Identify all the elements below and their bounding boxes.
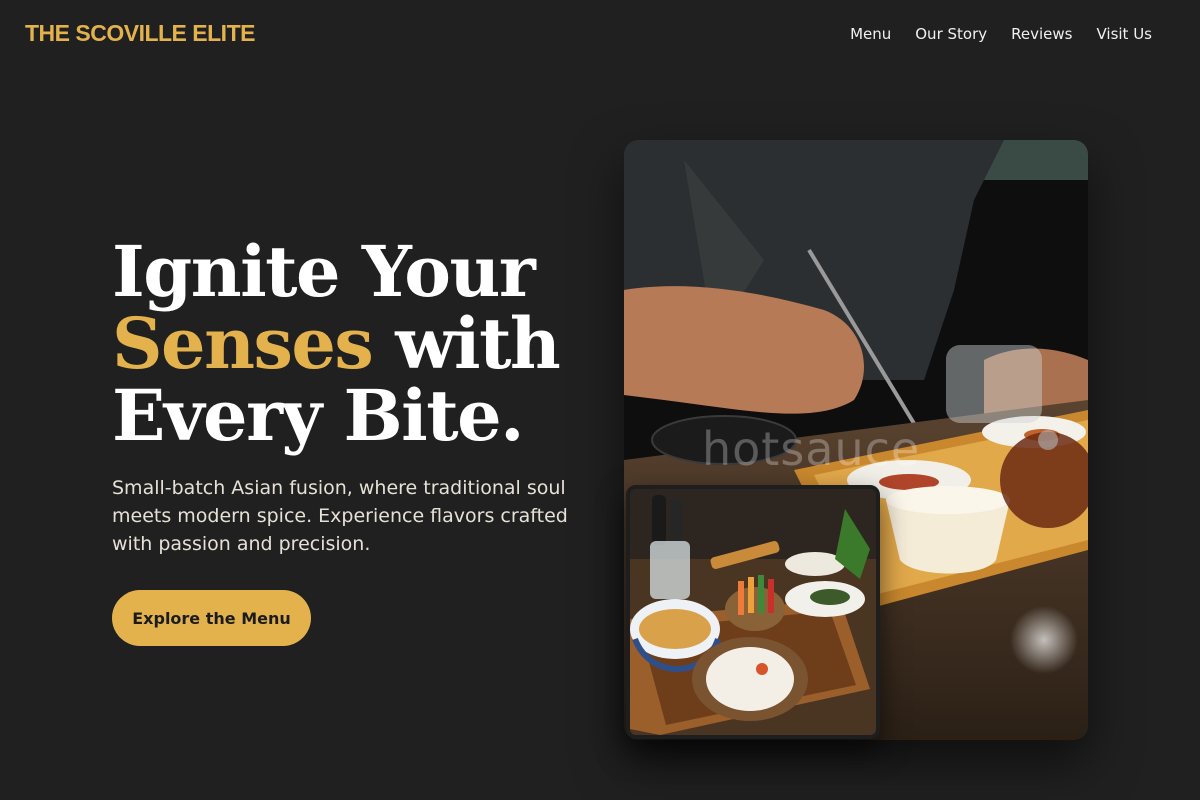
explore-menu-button[interactable]: Explore the Menu [112, 590, 311, 646]
nav-link-our-story[interactable]: Our Story [915, 25, 987, 43]
photo-watermark: hotsauce [702, 422, 921, 476]
nav-link-reviews[interactable]: Reviews [1011, 25, 1072, 43]
main-nav: Menu Our Story Reviews Visit Us [850, 25, 1152, 43]
nav-link-menu[interactable]: Menu [850, 25, 891, 43]
food-platter-illustration [630, 489, 876, 735]
brand-logo[interactable]: THE SCOVILLE ELITE [25, 20, 255, 47]
hero-title-accent: Senses [112, 302, 374, 385]
nav-link-visit-us[interactable]: Visit Us [1096, 25, 1152, 43]
hero-title-line2-rest: with [372, 302, 561, 385]
hero-subtitle: Small-batch Asian fusion, where traditio… [112, 477, 568, 555]
hero-title-line1: Ignite Your [112, 230, 536, 313]
hero-title-line3: Every Bite. [112, 374, 525, 457]
hero-inset-photo [626, 485, 880, 739]
hero-title: Ignite Your Senses with Every Bite. [112, 236, 582, 452]
